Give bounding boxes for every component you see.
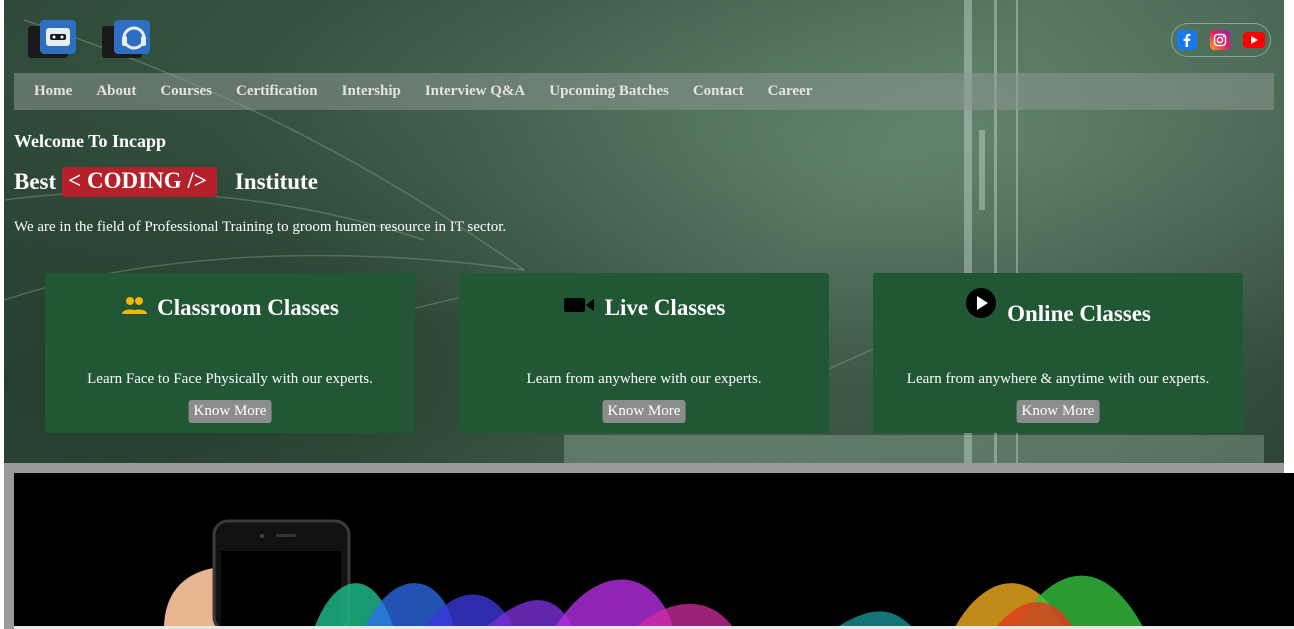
card-description: Learn Face to Face Physically with our e… — [87, 371, 373, 387]
know-more-button[interactable]: Know More — [188, 400, 272, 423]
online-classes-card: Online Classes Learn from anywhere & any… — [873, 273, 1243, 433]
main-navbar: Home About Courses Certification Intersh… — [14, 73, 1274, 110]
nav-item-contact[interactable]: Contact — [693, 83, 744, 100]
robot-badge-icon[interactable] — [26, 18, 82, 60]
youtube-icon[interactable] — [1243, 32, 1265, 48]
nav-item-career[interactable]: Career — [768, 83, 813, 100]
card-title: Live Classes — [459, 295, 829, 321]
headline-institute: Institute — [234, 169, 318, 194]
nav-item-courses[interactable]: Courses — [160, 83, 212, 100]
nav-item-about[interactable]: About — [96, 83, 136, 100]
nav-item-upcoming-batches[interactable]: Upcoming Batches — [549, 83, 669, 100]
card-title-text: Online Classes — [1007, 301, 1151, 326]
nav-item-intership[interactable]: Intership — [342, 83, 401, 100]
card-description: Learn from anywhere with our experts. — [526, 371, 762, 387]
users-icon — [121, 295, 148, 321]
nav-item-home[interactable]: Home — [34, 83, 72, 100]
card-title: Online Classes — [873, 288, 1243, 333]
headline-best: Best — [14, 169, 57, 194]
card-title-text: Live Classes — [604, 295, 726, 320]
know-more-button[interactable]: Know More — [1016, 400, 1100, 423]
classroom-classes-card: Classroom Classes Learn Face to Face Phy… — [45, 273, 415, 433]
nav-item-certification[interactable]: Certification — [236, 83, 318, 100]
coding-badge: < CODING /> — [62, 167, 217, 197]
video-camera-icon — [563, 295, 595, 321]
live-classes-card: Live Classes Learn from anywhere with ou… — [459, 273, 829, 433]
welcome-heading: Welcome To Incapp — [14, 131, 167, 151]
card-description: Learn from anywhere & anytime with our e… — [906, 371, 1210, 387]
headset-badge-icon[interactable] — [100, 18, 156, 60]
hero-headline: Best < CODING /> Institute — [14, 167, 318, 197]
play-circle-icon — [965, 287, 997, 325]
social-links — [1171, 23, 1271, 57]
hero-tagline: We are in the field of Professional Trai… — [14, 219, 507, 235]
image-slider[interactable] — [14, 473, 1294, 629]
nav-item-interview-qa[interactable]: Interview Q&A — [425, 83, 525, 100]
phone-colorful-waves-image — [164, 519, 1144, 629]
card-title: Classroom Classes — [45, 295, 415, 321]
facebook-icon[interactable] — [1177, 30, 1197, 50]
know-more-button[interactable]: Know More — [602, 400, 686, 423]
hero-section: Home About Courses Certification Intersh… — [4, 0, 1284, 463]
instagram-icon[interactable] — [1210, 30, 1230, 50]
card-title-text: Classroom Classes — [157, 295, 339, 320]
brand-logos — [26, 18, 156, 60]
